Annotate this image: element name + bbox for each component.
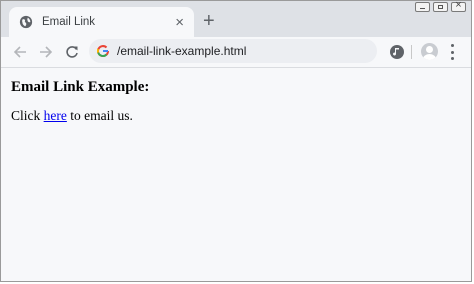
forward-arrow-icon: [40, 46, 53, 58]
text-before-link: Click: [11, 108, 44, 123]
google-g-icon: [97, 45, 109, 57]
profile-avatar-icon[interactable]: [421, 43, 438, 60]
forward-button[interactable]: [39, 45, 53, 59]
reload-icon: [66, 46, 78, 58]
more-menu-icon[interactable]: [450, 44, 454, 60]
address-bar[interactable]: /email-link-example.html: [89, 39, 377, 63]
email-link[interactable]: here: [44, 108, 67, 123]
reload-button[interactable]: [65, 45, 79, 59]
tab-email-link[interactable]: Email Link ×: [9, 7, 194, 37]
page-content: Email Link Example: Click here to email …: [1, 67, 471, 281]
text-after-link: to email us.: [66, 108, 133, 123]
extension-button[interactable]: [389, 44, 405, 60]
media-extension-icon: [390, 45, 404, 59]
back-button[interactable]: [13, 45, 27, 59]
back-arrow-icon: [13, 46, 26, 58]
tab-close-icon[interactable]: ×: [175, 15, 184, 30]
tab-strip: Email Link × +: [1, 1, 471, 37]
tab-title: Email Link: [42, 16, 96, 28]
browser-toolbar: /email-link-example.html: [1, 37, 471, 67]
page-heading: Email Link Example:: [11, 79, 150, 95]
address-url[interactable]: /email-link-example.html: [117, 44, 246, 58]
email-paragraph: Click here to email us.: [11, 108, 461, 124]
browser-window: Email Link × +: [0, 0, 472, 282]
new-tab-button[interactable]: +: [203, 11, 215, 31]
globe-icon: [19, 15, 33, 29]
toolbar-divider: [411, 45, 412, 59]
